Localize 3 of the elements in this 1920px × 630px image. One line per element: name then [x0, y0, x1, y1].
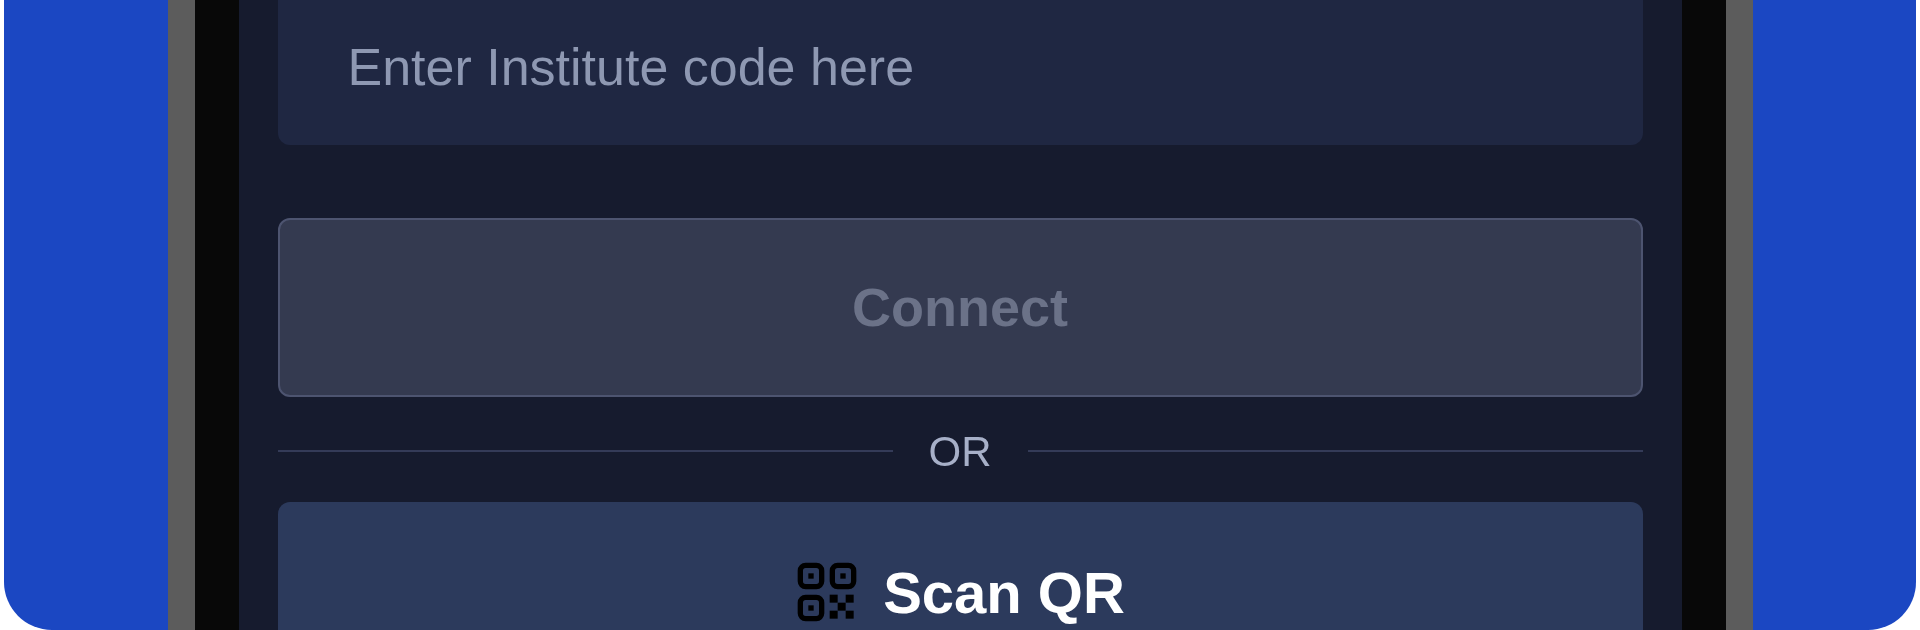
institute-code-field[interactable]: Enter Institute code here	[277, 0, 1643, 145]
divider-label: OR	[928, 426, 992, 477]
scan-qr-button[interactable]: Scan QR	[277, 502, 1643, 630]
